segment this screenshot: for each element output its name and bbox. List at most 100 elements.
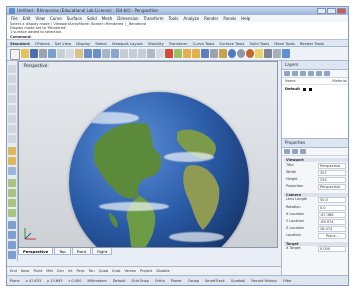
- rectangle-tool-icon[interactable]: [8, 125, 16, 133]
- render-tool-icon[interactable]: [8, 251, 16, 259]
- arc-tool-icon[interactable]: [8, 115, 16, 123]
- save-icon[interactable]: [30, 49, 38, 58]
- menu-tools[interactable]: Tools: [168, 15, 178, 22]
- new-sublayer-icon[interactable]: [292, 71, 298, 76]
- menu-file[interactable]: File: [11, 15, 18, 22]
- osnap-project[interactable]: Project: [140, 267, 152, 275]
- command-prompt[interactable]: Command:: [10, 35, 348, 39]
- tab-transform[interactable]: Transform: [169, 40, 188, 46]
- prop-value[interactable]: -69.974: [318, 218, 346, 225]
- menu-curve[interactable]: Curve: [50, 15, 62, 22]
- transform-tool-icon[interactable]: [8, 221, 16, 229]
- osnap-disable[interactable]: Disable: [156, 267, 169, 275]
- import-icon[interactable]: [48, 49, 56, 58]
- join-tool-icon[interactable]: [8, 209, 16, 217]
- tab-cplanes[interactable]: CPlanes: [35, 40, 50, 46]
- lock-icon[interactable]: [192, 49, 200, 58]
- osnap-vertex[interactable]: Vertex: [124, 267, 136, 275]
- fillet-tool-icon[interactable]: [8, 179, 16, 187]
- osnap-knot[interactable]: Knot: [112, 267, 120, 275]
- place-button[interactable]: Place...: [318, 233, 346, 240]
- trim-tool-icon[interactable]: [8, 189, 16, 197]
- column-material[interactable]: Material: [332, 79, 347, 83]
- move-up-icon[interactable]: [308, 71, 314, 76]
- status-layer[interactable]: Default: [113, 276, 126, 285]
- surface-tool-icon[interactable]: [8, 147, 16, 155]
- options-icon[interactable]: [273, 49, 281, 58]
- analyze-tool-icon[interactable]: [8, 241, 16, 249]
- tab-perspective[interactable]: Perspective: [18, 248, 54, 255]
- layers-panel-title[interactable]: Layers: [282, 61, 348, 70]
- properties-icon[interactable]: [210, 49, 218, 58]
- osnap-near[interactable]: Near: [21, 267, 30, 275]
- material-sphere-icon[interactable]: [228, 49, 236, 58]
- filter-icon[interactable]: [324, 71, 330, 76]
- polygon-tool-icon[interactable]: [8, 135, 16, 143]
- tab-mesh-tools[interactable]: Mesh Tools: [274, 40, 295, 46]
- prop-value[interactable]: 28.474: [318, 226, 346, 233]
- select-icon[interactable]: [156, 49, 164, 58]
- tab-standard[interactable]: Standard: [10, 40, 30, 46]
- rendered-sphere-icon[interactable]: [246, 49, 254, 58]
- prop-value[interactable]: Perspective: [318, 162, 346, 169]
- move-icon[interactable]: [165, 49, 173, 58]
- status-smarttrack[interactable]: SmartTrack: [205, 276, 225, 285]
- prop-value[interactable]: Perspective: [318, 184, 346, 191]
- prop-value[interactable]: -67.386: [318, 211, 346, 218]
- status-filter[interactable]: Filter: [283, 276, 292, 285]
- menu-render[interactable]: Render: [204, 15, 218, 22]
- copy-icon[interactable]: [66, 49, 74, 58]
- tab-top[interactable]: Top: [54, 248, 71, 255]
- rotate-view-icon[interactable]: [111, 49, 119, 58]
- perspective-viewport[interactable]: Perspective: [18, 61, 278, 248]
- split-tool-icon[interactable]: [8, 199, 16, 207]
- tab-render-tools[interactable]: Render Tools: [300, 40, 324, 46]
- mesh-tool-icon[interactable]: [8, 167, 16, 175]
- maximize-button[interactable]: [327, 8, 336, 14]
- status-plane[interactable]: Plane: [10, 276, 20, 285]
- hide-icon[interactable]: [183, 49, 191, 58]
- render-icon[interactable]: [219, 49, 227, 58]
- tab-select[interactable]: Select: [95, 40, 107, 46]
- zoom-icon[interactable]: [120, 49, 128, 58]
- cut-icon[interactable]: [57, 49, 65, 58]
- osnap-quad[interactable]: Quad: [99, 267, 109, 275]
- paste-icon[interactable]: [75, 49, 83, 58]
- prop-value[interactable]: 0.0: [318, 204, 346, 211]
- circle-tool-icon[interactable]: [8, 105, 16, 113]
- status-grid-snap[interactable]: Grid Snap: [132, 276, 149, 285]
- column-name[interactable]: Name: [285, 79, 296, 83]
- prop-value[interactable]: 250: [318, 176, 346, 183]
- properties-panel-title[interactable]: Properties: [282, 139, 348, 148]
- polyline-tool-icon[interactable]: [8, 85, 16, 93]
- material-icon[interactable]: [292, 149, 298, 154]
- object-properties-icon[interactable]: [284, 149, 290, 154]
- current-layer-check-icon[interactable]: [302, 87, 306, 91]
- new-file-icon[interactable]: [10, 49, 20, 60]
- shaded-sphere-icon[interactable]: [237, 49, 245, 58]
- dimension-tool-icon[interactable]: [8, 231, 16, 239]
- pan-icon[interactable]: [102, 49, 110, 58]
- menu-transform[interactable]: Transform: [144, 15, 164, 22]
- solid-tool-icon[interactable]: [8, 157, 16, 165]
- menu-help[interactable]: Help: [241, 15, 250, 22]
- layer-icon[interactable]: [201, 49, 209, 58]
- viewport-label[interactable]: Perspective: [22, 63, 50, 68]
- new-layer-icon[interactable]: [284, 71, 290, 76]
- status-record-history[interactable]: Record History: [251, 276, 277, 285]
- camera-icon[interactable]: [264, 49, 272, 58]
- print-icon[interactable]: [39, 49, 47, 58]
- zoom-extents-icon[interactable]: [138, 49, 146, 58]
- menu-dimension[interactable]: Dimension: [117, 15, 138, 22]
- osnap-mid[interactable]: Mid: [46, 267, 52, 275]
- menu-view[interactable]: View: [35, 15, 45, 22]
- tab-visibility[interactable]: Visibility: [148, 40, 164, 46]
- status-planar[interactable]: Planar: [171, 276, 182, 285]
- minimize-button[interactable]: [317, 8, 326, 14]
- layer-row[interactable]: Default: [282, 85, 348, 93]
- tab-curve-tools[interactable]: Curve Tools: [193, 40, 215, 46]
- status-gumball[interactable]: Gumball: [231, 276, 246, 285]
- osnap-end[interactable]: End: [10, 267, 17, 275]
- point-tool-icon[interactable]: [8, 65, 16, 73]
- status-ortho[interactable]: Ortho: [155, 276, 165, 285]
